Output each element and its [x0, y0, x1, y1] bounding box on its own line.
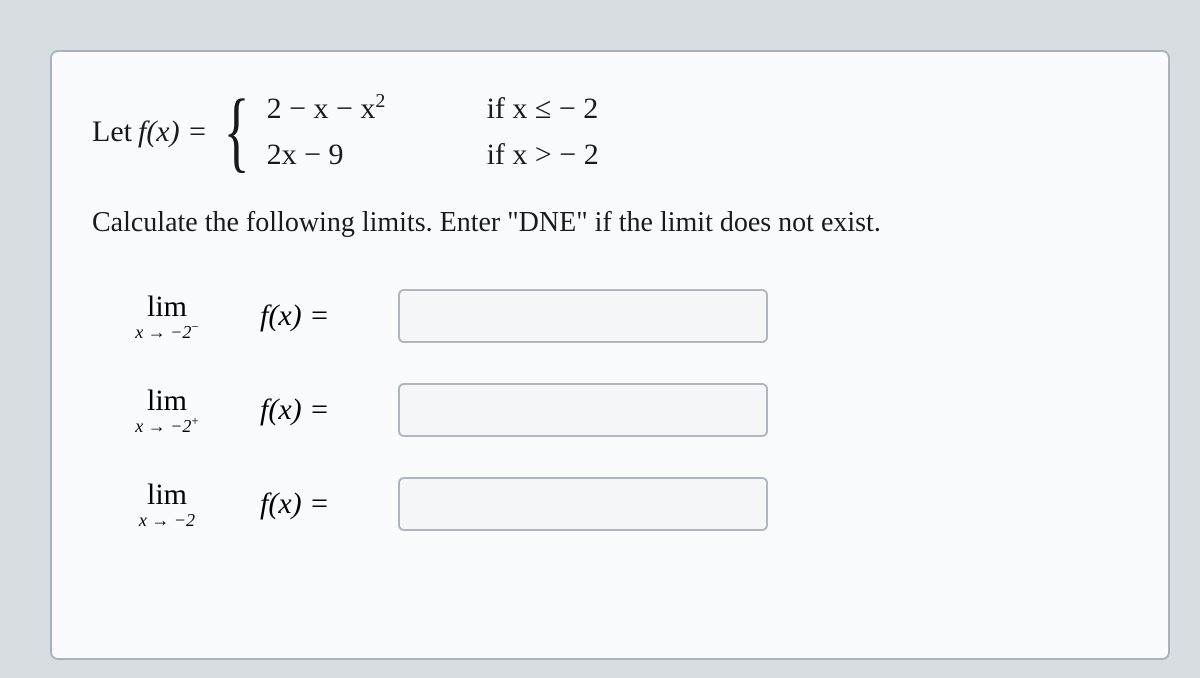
limit-approach-2: x → −2+ [135, 416, 198, 437]
case1-condition: if x ≤ − 2 [487, 92, 599, 126]
cases-column: 2 − x − x2 if x ≤ − 2 2x − 9 if x > − 2 [267, 92, 599, 172]
fx-equals-1: f(x) = [260, 299, 380, 333]
limit-operator-2: lim x → −2+ [92, 384, 242, 437]
limit-row-3: lim x → −2 f(x) = [92, 477, 1128, 531]
fx-equals-2: f(x) = [260, 393, 380, 427]
limit-approach-3: x → −2 [139, 510, 195, 531]
answer-input-1[interactable] [398, 289, 768, 343]
limit-operator-1: lim x → −2− [92, 290, 242, 343]
question-panel: Let f(x) = { 2 − x − x2 if x ≤ − 2 2x − … [50, 50, 1170, 660]
case-row-2: 2x − 9 if x > − 2 [267, 138, 599, 172]
function-definition: Let f(x) = { 2 − x − x2 if x ≤ − 2 2x − … [92, 92, 1128, 172]
case2-condition: if x > − 2 [487, 138, 599, 172]
limit-row-1: lim x → −2− f(x) = [92, 289, 1128, 343]
case-row-1: 2 − x − x2 if x ≤ − 2 [267, 92, 599, 126]
limit-approach-1: x → −2− [135, 322, 198, 343]
function-lhs: f(x) = [138, 115, 207, 149]
answer-input-3[interactable] [398, 477, 768, 531]
answer-input-2[interactable] [398, 383, 768, 437]
limit-row-2: lim x → −2+ f(x) = [92, 383, 1128, 437]
instruction-text: Calculate the following limits. Enter "D… [92, 207, 1128, 239]
case1-expression: 2 − x − x2 [267, 92, 467, 126]
case2-expression: 2x − 9 [267, 138, 467, 172]
let-label: Let [92, 115, 132, 149]
limit-operator-3: lim x → −2 [92, 478, 242, 531]
fx-equals-3: f(x) = [260, 487, 380, 521]
left-brace-icon: { [224, 102, 250, 162]
piecewise-block: { 2 − x − x2 if x ≤ − 2 2x − 9 if x > [215, 92, 598, 172]
